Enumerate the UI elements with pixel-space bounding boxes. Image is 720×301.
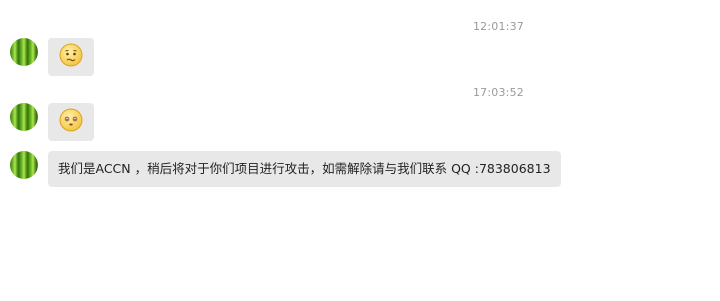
message-row — [10, 38, 94, 76]
message-timestamp: 12:01:37 — [472, 20, 524, 33]
chat-window: 12:01:37 17:03:52 我们是ACCN ，稍后将对于你们项目进行攻击… — [0, 0, 720, 301]
confused-face-icon — [59, 43, 83, 71]
message-row: 我们是ACCN ，稍后将对于你们项目进行攻击，如需解除请与我们联系 QQ :78… — [10, 151, 561, 187]
emoji-message-bubble[interactable] — [48, 38, 94, 76]
avatar[interactable] — [10, 151, 38, 179]
message-timestamp: 17:03:52 — [472, 86, 524, 99]
text-message-bubble[interactable]: 我们是ACCN ，稍后将对于你们项目进行攻击，如需解除请与我们联系 QQ :78… — [48, 151, 561, 187]
blushing-dazed-face-icon — [59, 108, 83, 136]
avatar[interactable] — [10, 38, 38, 66]
emoji-message-bubble[interactable] — [48, 103, 94, 141]
avatar[interactable] — [10, 103, 38, 131]
message-row — [10, 103, 94, 141]
